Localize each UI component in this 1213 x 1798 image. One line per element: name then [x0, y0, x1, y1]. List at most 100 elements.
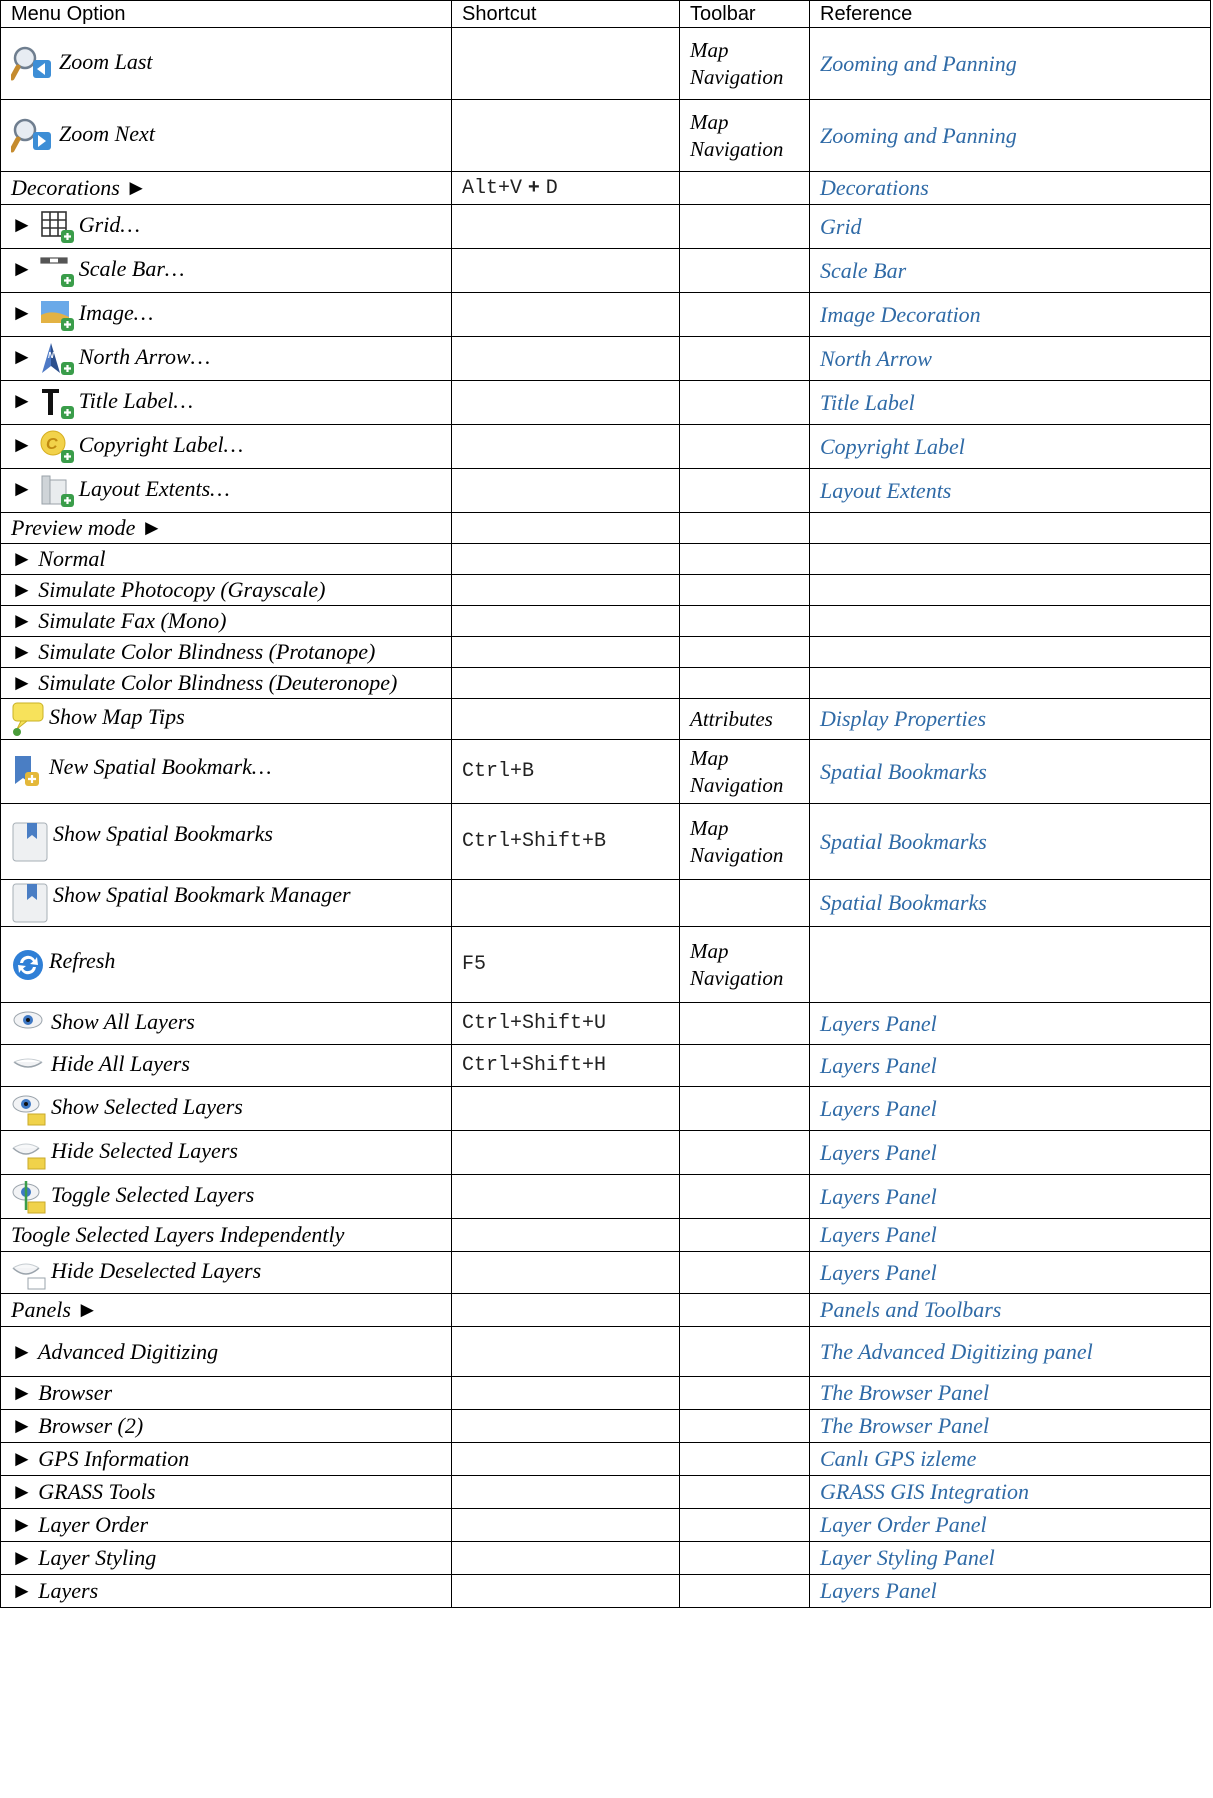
menu-option-label: New Spatial Bookmark…: [49, 753, 272, 779]
shortcut-cell: [451, 1541, 680, 1575]
bookmarks-icon: [11, 821, 49, 863]
reference-link[interactable]: Spatial Bookmarks: [820, 759, 987, 784]
toolbar-cell: [679, 171, 810, 205]
shortcut-cell: [451, 698, 680, 740]
table-row: ► Advanced Digitizing The Advanced Digiti…: [0, 1326, 1211, 1377]
shortcut-cell: [451, 543, 680, 575]
menu-option-label: Copyright Label…: [78, 431, 244, 457]
reference-link[interactable]: Layers Panel: [820, 1222, 937, 1247]
table-row: ► Layer Styling Layer Styling Panel: [0, 1541, 1211, 1575]
reference-link[interactable]: Spatial Bookmarks: [820, 829, 987, 854]
reference-link[interactable]: The Browser Panel: [820, 1413, 989, 1438]
menu-option-label: ► Layer Styling: [11, 1545, 157, 1570]
table-row: ► C Copyright Label… Copyright Label: [0, 424, 1211, 469]
reference-link[interactable]: Layers Panel: [820, 1053, 937, 1078]
reference-cell: The Advanced Digitizing panel: [809, 1326, 1211, 1377]
show-all-layers-icon: [11, 1010, 47, 1038]
reference-link[interactable]: Layers Panel: [820, 1140, 937, 1165]
submenu-arrow: ►: [11, 431, 33, 457]
menu-option-cell: ► Layer Styling: [0, 1541, 452, 1575]
menu-option-label: ► GRASS Tools: [11, 1479, 156, 1504]
menu-option-label: ► Browser: [11, 1380, 113, 1405]
toolbar-cell: [679, 543, 810, 575]
reference-link[interactable]: Zooming and Panning: [820, 51, 1017, 76]
menu-option-cell: ► GRASS Tools: [0, 1475, 452, 1509]
table-row: Hide All Layers Ctrl+Shift+H Layers Panel: [0, 1044, 1211, 1087]
reference-cell: Layout Extents: [809, 468, 1211, 513]
reference-link[interactable]: Decorations: [820, 175, 929, 200]
reference-cell: Panels and Toolbars: [809, 1293, 1211, 1327]
toolbar-cell: [679, 204, 810, 249]
menu-option-label: Hide Selected Layers: [51, 1137, 238, 1163]
reference-link[interactable]: Layers Panel: [820, 1260, 937, 1285]
reference-link[interactable]: Layers Panel: [820, 1184, 937, 1209]
menu-option-label: ► Simulate Photocopy (Grayscale): [11, 577, 326, 602]
table-row: ► Browser (2) The Browser Panel: [0, 1409, 1211, 1443]
toolbar-cell: [679, 1475, 810, 1509]
shortcut-cell: Ctrl+B: [451, 739, 680, 804]
reference-cell: Copyright Label: [809, 424, 1211, 469]
menu-option-cell: Zoom Last: [0, 27, 452, 100]
menu-option-cell: ► Scale Bar…: [0, 248, 452, 293]
table-body: Zoom Last Map Navigation Zooming and Panni…: [0, 27, 1211, 1608]
menu-option-cell: Panels ►: [0, 1293, 452, 1327]
shortcut-cell: [451, 468, 680, 513]
toolbar-cell: Attributes: [679, 698, 810, 740]
menu-option-cell: Decorations ►: [0, 171, 452, 205]
menu-option-cell: Refresh: [0, 926, 452, 1003]
reference-link[interactable]: Panels and Toolbars: [820, 1297, 1001, 1322]
shortcut-cell: Ctrl+Shift+U: [451, 1002, 680, 1045]
reference-link[interactable]: Spatial Bookmarks: [820, 890, 987, 915]
reference-link[interactable]: Copyright Label: [820, 434, 965, 459]
reference-cell: Layer Order Panel: [809, 1508, 1211, 1542]
reference-link[interactable]: The Browser Panel: [820, 1380, 989, 1405]
menu-option-cell: ► N North Arrow…: [0, 336, 452, 381]
reference-link[interactable]: Layout Extents: [820, 478, 951, 503]
new-bookmark-icon: [11, 754, 45, 790]
table-row: Decorations ► Alt+V + D Decorations: [0, 171, 1211, 205]
shortcut-cell: [451, 512, 680, 544]
shortcut-cell: [451, 1409, 680, 1443]
reference-link[interactable]: Zooming and Panning: [820, 123, 1017, 148]
image-icon: [39, 298, 75, 332]
reference-link[interactable]: Layers Panel: [820, 1011, 937, 1036]
reference-link[interactable]: Layer Styling Panel: [820, 1545, 995, 1570]
reference-link[interactable]: GRASS GIS Integration: [820, 1479, 1029, 1504]
reference-link[interactable]: The Advanced Digitizing panel: [820, 1339, 1093, 1364]
shortcut-key: Alt+V: [462, 177, 523, 200]
reference-link[interactable]: Grid: [820, 214, 862, 239]
header-menu-option: Menu Option: [0, 0, 452, 28]
menu-option-label: Decorations ►: [11, 175, 148, 200]
reference-link[interactable]: Layers Panel: [820, 1096, 937, 1121]
table-row: ► Simulate Color Blindness (Protanope): [0, 636, 1211, 668]
menu-option-cell: ► Grid…: [0, 204, 452, 249]
header-toolbar: Toolbar: [679, 0, 810, 28]
table-row: Refresh F5 Map Navigation: [0, 926, 1211, 1003]
reference-link[interactable]: Image Decoration: [820, 302, 981, 327]
reference-link[interactable]: Scale Bar: [820, 258, 906, 283]
reference-link[interactable]: Layers Panel: [820, 1578, 937, 1603]
table-row: ► GRASS Tools GRASS GIS Integration: [0, 1475, 1211, 1509]
toolbar-cell: [679, 468, 810, 513]
menu-option-cell: ► Simulate Fax (Mono): [0, 605, 452, 637]
toolbar-cell: [679, 636, 810, 668]
reference-cell: The Browser Panel: [809, 1409, 1211, 1443]
menu-option-cell: ► Simulate Photocopy (Grayscale): [0, 574, 452, 606]
menu-option-cell: ► Normal: [0, 543, 452, 575]
shortcut-cell: [451, 879, 680, 927]
menu-option-label: Toogle Selected Layers Independently: [11, 1222, 345, 1247]
toolbar-cell: [679, 380, 810, 425]
reference-cell: Scale Bar: [809, 248, 1211, 293]
reference-link[interactable]: Layer Order Panel: [820, 1512, 987, 1537]
north-arrow-icon: N: [39, 342, 75, 376]
reference-link[interactable]: Display Properties: [820, 706, 986, 731]
reference-link[interactable]: North Arrow: [820, 346, 932, 371]
reference-link[interactable]: Title Label: [820, 390, 915, 415]
menu-option-label: ► Normal: [11, 546, 106, 571]
menu-option-label: ► Layers: [11, 1578, 99, 1603]
shortcut-cell: [451, 1251, 680, 1294]
reference-link[interactable]: Canlı GPS izleme: [820, 1446, 976, 1471]
menu-option-label: Show Spatial Bookmarks: [53, 820, 273, 846]
shortcut-cell: [451, 99, 680, 172]
table-row: ► Simulate Color Blindness (Deuteronope): [0, 667, 1211, 699]
